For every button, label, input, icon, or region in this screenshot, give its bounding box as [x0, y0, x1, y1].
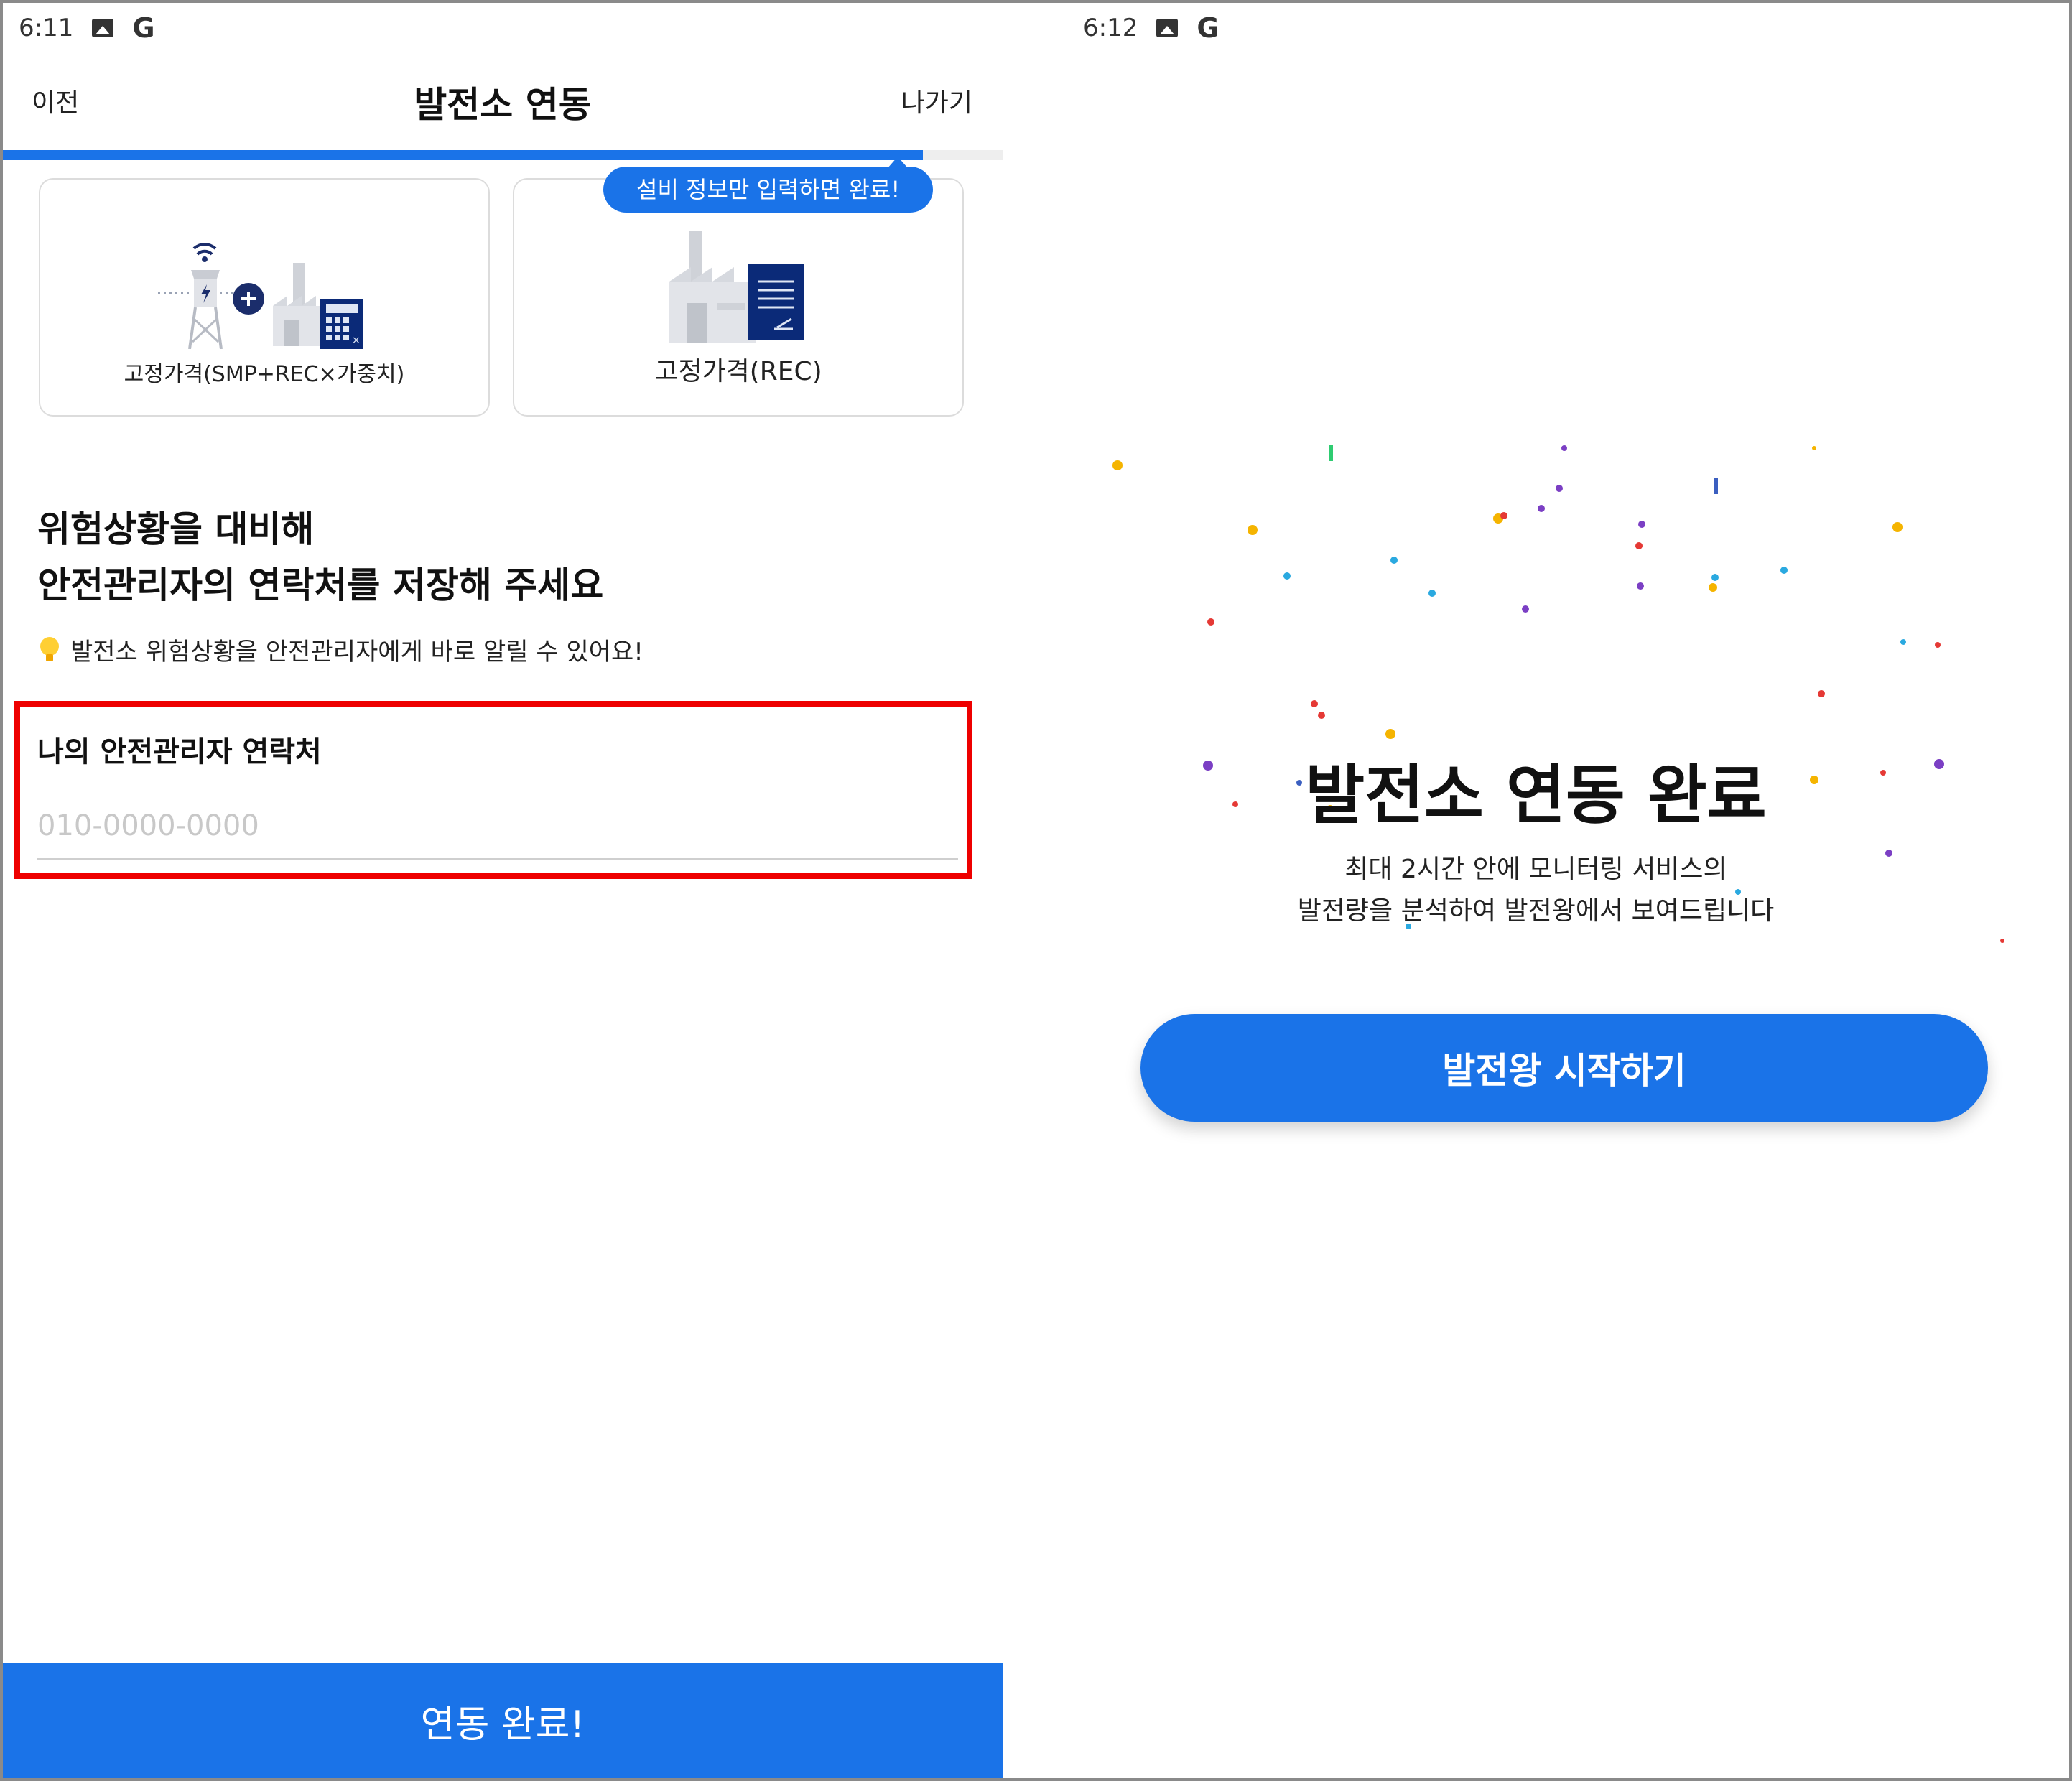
- completion-description: 최대 2시간 안에 모니터링 서비스의 발전량을 분석하여 발전왕에서 보여드립…: [1003, 849, 2069, 932]
- image-icon: [92, 19, 114, 37]
- description-line: 최대 2시간 안에 모니터링 서비스의: [1344, 855, 1727, 884]
- status-time: 6:11: [19, 14, 74, 42]
- page-title: 발전소 연동: [414, 84, 592, 126]
- svg-text:×: ×: [352, 335, 361, 346]
- progress-fill: [3, 150, 923, 160]
- lightbulb-icon: [40, 636, 59, 663]
- tooltip-badge: 설비 정보만 입력하면 완료!: [603, 157, 934, 213]
- card-fixed-price-rec[interactable]: 고정가격(REC): [513, 178, 964, 417]
- left-screen: 6:11 G 이전 발전소 연동 나가기 × 고정가격(SMP+REC×가중치)…: [3, 3, 1003, 1778]
- field-label: 나의 안전관리자 연락처: [37, 735, 322, 768]
- completion-title: 발전소 연동 완료: [1305, 758, 1767, 833]
- hint: 발전소 위험상황을 안전관리자에게 바로 알릴 수 있어요!: [40, 632, 644, 667]
- right-screen: 6:12 G 발전소 연동 완료 최대 2시간 안에 모니터링 서비스의 발전량…: [1003, 3, 2069, 1778]
- card-label: 고정가격(SMP+REC×가중치): [124, 362, 405, 387]
- progress-bar: [3, 150, 1003, 160]
- headline-line: 안전관리자의 연락처를 저장해 주세요: [37, 564, 604, 606]
- exit-button[interactable]: 나가기: [901, 82, 972, 119]
- safety-manager-phone-input[interactable]: [37, 793, 958, 860]
- headline-line: 위험상황을 대비해: [37, 508, 315, 550]
- card-label: 고정가격(REC): [654, 357, 822, 386]
- headline: 위험상황을 대비해 안전관리자의 연락처를 저장해 주세요: [37, 501, 603, 613]
- hint-text: 발전소 위험상황을 안전관리자에게 바로 알릴 수 있어요!: [70, 638, 644, 666]
- status-bar: 6:11 G: [19, 10, 155, 46]
- factory-document-icon: [669, 231, 804, 343]
- card-fixed-price-smp-rec[interactable]: × 고정가격(SMP+REC×가중치): [39, 178, 490, 417]
- complete-link-button[interactable]: 연동 완료!: [3, 1663, 1003, 1778]
- google-icon: G: [132, 12, 155, 44]
- start-app-button[interactable]: 발전왕 시작하기: [1140, 1014, 1988, 1122]
- tower-factory-calculator-icon: ×: [158, 243, 363, 349]
- description-line: 발전량을 분석하여 발전왕에서 보여드립니다: [1297, 896, 1775, 926]
- top-bar: 이전 발전소 연동 나가기: [3, 60, 1003, 139]
